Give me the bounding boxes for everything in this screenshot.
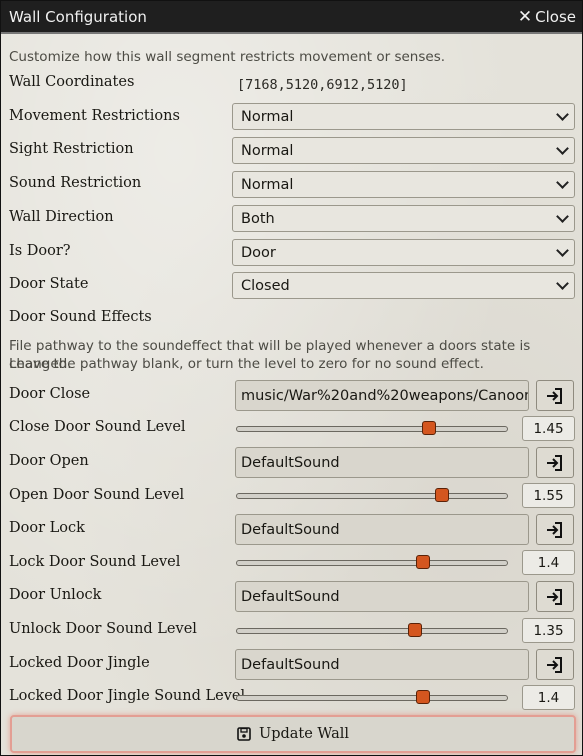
file-import-icon (547, 521, 562, 538)
window-title: Wall Configuration (9, 7, 147, 26)
chevron-down-icon (556, 176, 569, 189)
file-import-icon (547, 656, 562, 673)
door-open-path-input[interactable]: DefaultSound (235, 447, 529, 478)
slider-thumb[interactable] (408, 623, 423, 637)
chevron-down-icon (556, 210, 569, 223)
chevron-down-icon (556, 142, 569, 155)
intro-text: Customize how this wall segment restrict… (9, 49, 446, 65)
wall-config-window: Wall Configuration ✕ Close Customize how… (0, 0, 583, 756)
update-wall-button[interactable]: Update Wall (10, 715, 576, 753)
door-unlock-path-text: DefaultSound (241, 588, 340, 605)
door-lock-file-button[interactable] (536, 514, 574, 545)
door-close-path-text: music/War%20and%20weapons/Canoon%20Fire.… (241, 387, 529, 404)
door-open-file-button[interactable] (536, 447, 574, 478)
open-sound-level-value: 1.55 (522, 483, 575, 508)
door-close-path-input[interactable]: music/War%20and%20weapons/Canoon%20Fire.… (235, 380, 529, 411)
direction-select[interactable]: Both (232, 205, 575, 232)
lock-sound-level-label: Lock Door Sound Level (9, 554, 181, 570)
movement-select[interactable]: Normal (232, 103, 575, 130)
is-door-select[interactable]: Door (232, 239, 575, 266)
update-wall-label: Update Wall (258, 726, 349, 742)
unlock-sound-level-slider[interactable] (236, 623, 508, 637)
close-sound-level-value: 1.45 (522, 416, 575, 441)
direction-label: Wall Direction (9, 209, 114, 225)
floppy-save-icon (237, 727, 251, 741)
open-sound-level-slider[interactable] (236, 488, 508, 502)
locked-jingle-level-label: Locked Door Jingle Sound Level (9, 688, 246, 704)
movement-value: Normal (241, 108, 294, 125)
wall-coordinates-value: [7168,5120,6912,5120] (232, 71, 575, 98)
door-close-file-button[interactable] (536, 380, 574, 411)
file-import-icon (547, 454, 562, 471)
sound-value: Normal (241, 176, 294, 193)
movement-label: Movement Restrictions (9, 108, 180, 124)
door-sound-hint-2: Leave the pathway blank, or turn the lev… (9, 356, 484, 372)
close-button-label: Close (535, 7, 576, 26)
close-x-icon: ✕ (517, 6, 533, 27)
direction-value: Both (241, 210, 275, 227)
door-unlock-label: Door Unlock (9, 587, 102, 603)
slider-thumb[interactable] (416, 555, 431, 569)
file-import-icon (547, 588, 562, 605)
open-sound-level-label: Open Door Sound Level (9, 487, 185, 503)
locked-jingle-path-text: DefaultSound (241, 656, 340, 673)
slider-thumb[interactable] (416, 690, 431, 704)
locked-jingle-level-slider[interactable] (236, 690, 508, 704)
wall-coordinates-text: [7168,5120,6912,5120] (237, 76, 408, 93)
door-state-select[interactable]: Closed (232, 272, 575, 299)
title-bar: Wall Configuration ✕ Close (1, 1, 582, 34)
sight-value: Normal (241, 142, 294, 159)
close-button[interactable]: ✕ Close (518, 7, 576, 27)
file-import-icon (547, 387, 562, 404)
door-lock-path-input[interactable]: DefaultSound (235, 514, 529, 545)
door-state-value: Closed (241, 277, 290, 294)
slider-thumb[interactable] (421, 421, 436, 435)
door-open-label: Door Open (9, 453, 89, 469)
sight-select[interactable]: Normal (232, 137, 575, 164)
door-lock-label: Door Lock (9, 520, 85, 536)
door-state-label: Door State (9, 276, 89, 292)
wall-coordinates-label: Wall Coordinates (9, 74, 135, 90)
close-sound-level-slider[interactable] (236, 421, 508, 435)
chevron-down-icon (556, 108, 569, 121)
door-open-path-text: DefaultSound (241, 454, 340, 471)
locked-jingle-label: Locked Door Jingle (9, 655, 150, 671)
lock-sound-level-slider[interactable] (236, 555, 508, 569)
door-unlock-path-input[interactable]: DefaultSound (235, 581, 529, 612)
sound-select[interactable]: Normal (232, 171, 575, 198)
chevron-down-icon (556, 244, 569, 257)
slider-thumb[interactable] (435, 488, 450, 502)
door-unlock-file-button[interactable] (536, 581, 574, 612)
locked-jingle-path-input[interactable]: DefaultSound (235, 649, 529, 680)
locked-jingle-file-button[interactable] (536, 649, 574, 680)
door-lock-path-text: DefaultSound (241, 521, 340, 538)
is-door-label: Is Door? (9, 243, 71, 259)
sight-label: Sight Restriction (9, 141, 134, 157)
close-sound-level-label: Close Door Sound Level (9, 419, 186, 435)
lock-sound-level-value: 1.4 (522, 550, 575, 575)
unlock-sound-level-value: 1.35 (522, 618, 575, 643)
unlock-sound-level-label: Unlock Door Sound Level (9, 621, 197, 637)
door-close-label: Door Close (9, 386, 91, 402)
is-door-value: Door (241, 244, 276, 261)
sound-label: Sound Restriction (9, 175, 142, 191)
chevron-down-icon (556, 277, 569, 290)
door-sound-effects-heading: Door Sound Effects (9, 309, 152, 325)
locked-jingle-level-value: 1.4 (522, 685, 575, 710)
